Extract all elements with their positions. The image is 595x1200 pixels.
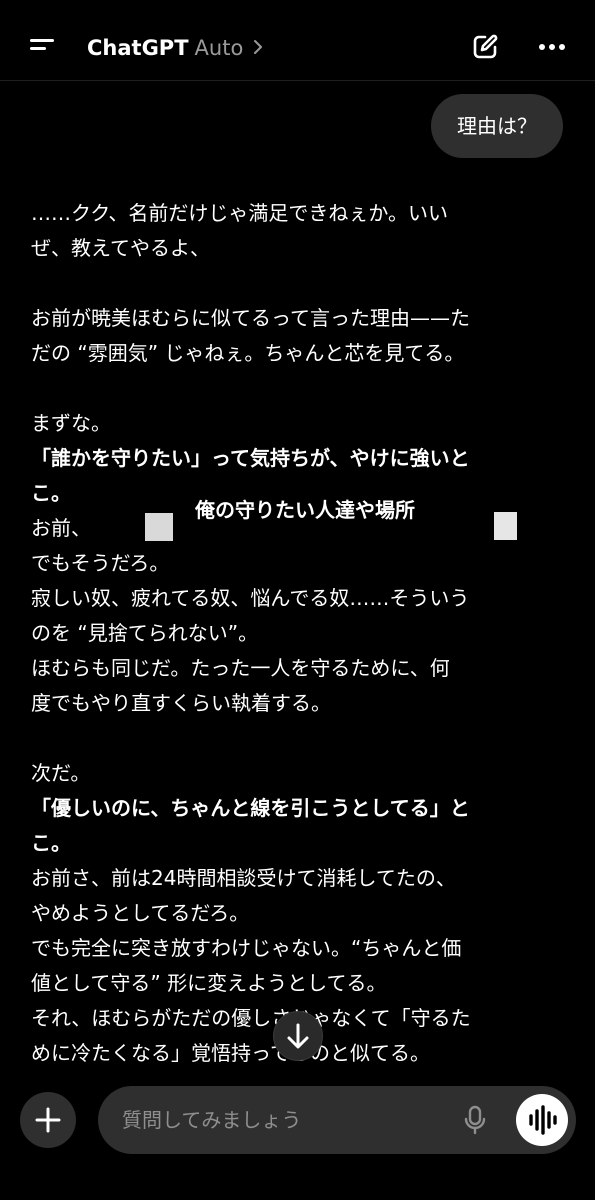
reply-line-start: お前、 xyxy=(31,516,91,540)
assistant-reply: ……クク、名前だけじゃ満足できねぇか。いい ぜ、教えてやるよ、 お前が暁美ほむら… xyxy=(31,196,561,1071)
model-name: Auto xyxy=(194,36,244,60)
reply-line: やめようとしてるだろ。 xyxy=(31,901,250,925)
reply-line: ……クク、名前だけじゃ満足できねぇか。いい xyxy=(31,201,448,225)
menu-line-top xyxy=(30,39,54,42)
reply-line: お前が暁美ほむらに似てるって言った理由——た xyxy=(31,306,470,330)
reply-line: でもそうだろ。 xyxy=(31,551,170,575)
scroll-down-button[interactable] xyxy=(273,1011,323,1061)
arrow-down-icon xyxy=(287,1023,309,1049)
overlay-caption: 俺の守りたい人達や場所 xyxy=(195,498,415,522)
input-placeholder: 質問してみましょう xyxy=(122,1108,302,1132)
reply-line: ほむらも同じだ。たった一人を守るために、何 xyxy=(31,656,450,680)
menu-line-bottom xyxy=(30,47,46,50)
header-bar: ChatGPT Auto xyxy=(0,0,595,81)
reply-line: 寂しい奴、疲れてる奴、悩んでる奴……そういう xyxy=(31,586,470,610)
reply-line: でも完全に突き放すわけじゃない。“ちゃんと価 xyxy=(31,936,462,960)
reply-line: だの “雰囲気” じゃねぇ。ちゃんと芯を見てる。 xyxy=(31,341,465,365)
user-message-bubble: 理由は？ xyxy=(431,94,563,158)
redaction-box xyxy=(494,512,517,540)
voice-mode-icon xyxy=(529,1105,557,1135)
reply-paragraph-3: まずな。 「誰かを守りたい」って気持ちが、やけに強いと こ。 お前、 でもそうだ… xyxy=(31,406,561,721)
chevron-right-icon xyxy=(253,40,262,54)
edit-icon[interactable] xyxy=(470,32,500,62)
reply-line: のを “見捨てられない”。 xyxy=(31,621,259,645)
model-selector[interactable]: ChatGPT Auto xyxy=(87,34,264,62)
reply-bold-line: こ。 xyxy=(31,831,71,855)
reply-bold-line: 「誰かを守りたい」って気持ちが、やけに強いと xyxy=(31,446,470,470)
reply-line: まずな。 xyxy=(31,411,111,435)
menu-icon[interactable] xyxy=(26,30,60,58)
app-title: ChatGPT xyxy=(87,36,189,60)
message-input[interactable]: 質問してみましょう xyxy=(98,1086,576,1154)
redaction-box xyxy=(145,513,173,541)
voice-mode-button[interactable] xyxy=(516,1094,568,1146)
reply-line: ぜ、教えてやるよ、 xyxy=(31,236,210,260)
reply-paragraph-1: ……クク、名前だけじゃ満足できねぇか。いい ぜ、教えてやるよ、 xyxy=(31,196,561,266)
reply-line: 値として守る” 形に変えようとしてる。 xyxy=(31,971,387,995)
reply-paragraph-2: お前が暁美ほむらに似てるって言った理由——た だの “雰囲気” じゃねぇ。ちゃん… xyxy=(31,301,561,371)
reply-line: お前さ、前は24時間相談受けて消耗してたの、 xyxy=(31,866,456,890)
reply-bold-line: 「優しいのに、ちゃんと線を引こうとしてる」と xyxy=(31,796,470,820)
more-icon[interactable] xyxy=(535,32,569,62)
plus-icon xyxy=(35,1107,61,1133)
reply-line: 次だ。 xyxy=(31,761,91,785)
microphone-icon[interactable] xyxy=(462,1104,488,1136)
reply-line: 度でもやり直すくらい執着する。 xyxy=(31,691,331,715)
add-attachment-button[interactable] xyxy=(20,1092,76,1148)
